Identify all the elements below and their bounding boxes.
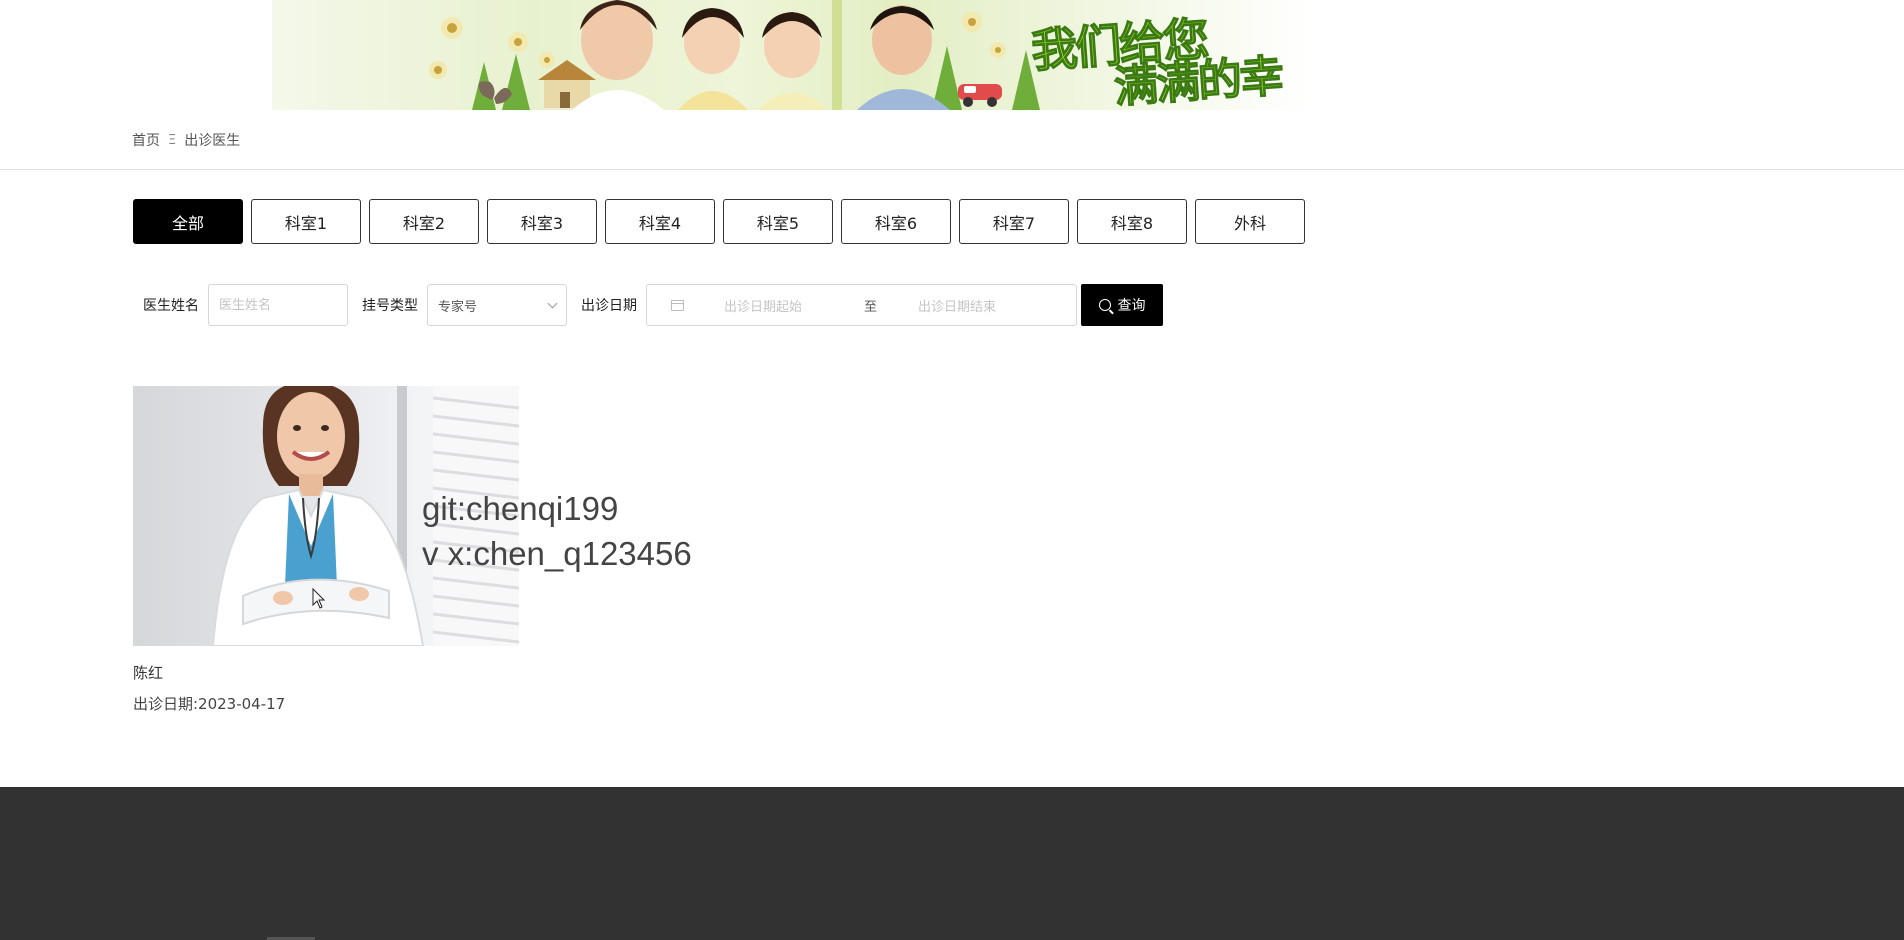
search-button[interactable]: 查询 [1081,284,1163,326]
doctor-visit-date: 出诊日期:2023-04-17 [133,695,286,713]
breadcrumb-current: 出诊医生 [184,133,241,149]
department-tab-7[interactable]: 科室7 [959,199,1069,244]
department-tab-all[interactable]: 全部 [133,199,243,244]
registration-type-label: 挂号类型 [362,298,418,314]
search-button-label: 查询 [1117,298,1146,314]
doctor-name[interactable]: 陈红 [133,662,519,683]
header-banner: 我们给您 满满的幸福 [272,0,1312,110]
mouse-cursor-icon [312,588,326,609]
watermark-text: git:chenqi199 v x:chen_q123456 [422,486,692,576]
header-divider [0,169,1904,170]
date-end-input[interactable]: 出诊日期结束 [918,296,1058,315]
department-tab-1[interactable]: 科室1 [251,199,361,244]
department-tab-8[interactable]: 科室8 [1077,199,1187,244]
department-tab-surgery[interactable]: 外科 [1195,199,1305,244]
department-tab-2[interactable]: 科室2 [369,199,479,244]
registration-type-select[interactable]: 专家号 [427,284,567,326]
chevron-down-icon [547,298,558,308]
page-footer [0,787,1904,940]
breadcrumb: 首页 Ξ 出诊医生 [132,130,240,150]
watermark-line2: v x:chen_q123456 [422,535,692,572]
breadcrumb-home-link[interactable]: 首页 [132,130,160,150]
banner-slogan-line2: 满满的幸福 [1112,50,1284,110]
date-range-separator: 至 [864,299,878,315]
watermark-line1: git:chenqi199 [422,490,619,527]
department-tabs: 全部 科室1 科室2 科室3 科室4 科室5 科室6 科室7 科室8 外科 [133,199,1305,244]
visit-date-range-picker[interactable]: 出诊日期起始 至 出诊日期结束 [646,284,1077,326]
family-banner-illustration [429,0,1040,110]
department-tab-6[interactable]: 科室6 [841,199,951,244]
calendar-icon [671,299,684,311]
breadcrumb-separator: Ξ [168,132,177,148]
search-icon [1098,299,1111,311]
department-tab-3[interactable]: 科室3 [487,199,597,244]
visit-date-label: 出诊日期 [581,298,637,314]
date-start-input[interactable]: 出诊日期起始 [724,296,864,315]
page: 我们给您 满满的幸福 首页 Ξ 出诊医生 全部 科室1 科室2 科室3 科室4 … [0,0,1904,940]
department-tab-4[interactable]: 科室4 [605,199,715,244]
registration-type-value: 专家号 [438,299,478,315]
search-form: 医生姓名 挂号类型 专家号 出诊日期 出诊日期起始 至 出诊日期结束 查询 [143,284,1163,326]
doctor-name-input[interactable] [208,284,348,326]
banner-slogan: 我们给您 满满的幸福 [1009,0,1312,110]
department-tab-5[interactable]: 科室5 [723,199,833,244]
doctor-name-label: 医生姓名 [143,298,199,314]
